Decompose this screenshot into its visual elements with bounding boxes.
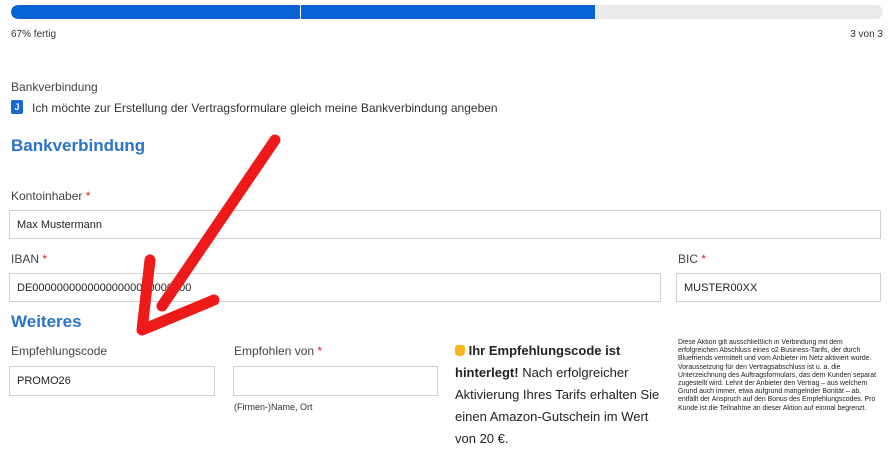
annotation-arrow	[136, 134, 281, 336]
arrow-head	[136, 254, 220, 336]
arrow-shaft	[156, 134, 281, 312]
